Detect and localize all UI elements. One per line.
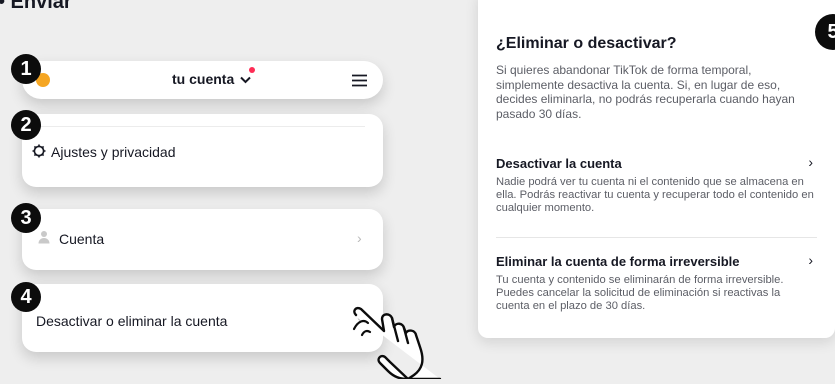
option-delete[interactable]: Eliminar la cuenta de forma irreversible… — [478, 246, 835, 326]
person-icon — [38, 230, 50, 249]
option-delete-title: Eliminar la cuenta de forma irreversible — [496, 254, 740, 269]
chevron-down-icon — [240, 71, 251, 87]
section-heading: • Enviar — [0, 0, 72, 13]
menu-icon[interactable] — [351, 74, 368, 92]
step-badge-4: 4 — [11, 282, 41, 312]
chevron-right-icon: › — [357, 230, 362, 246]
account-title: tu cuenta — [172, 71, 235, 87]
deactivate-card[interactable]: Desactivar o eliminar la cuenta › — [22, 284, 383, 352]
delete-or-deactivate-dialog: ¿Eliminar o desactivar? Si quieres aband… — [478, 0, 835, 338]
account-switcher[interactable]: tu cuenta — [172, 71, 251, 87]
dialog-title: ¿Eliminar o desactivar? — [496, 35, 677, 52]
deactivate-label: Desactivar o eliminar la cuenta — [36, 313, 228, 329]
top-bar-card: tu cuenta — [22, 61, 383, 99]
option-deactivate[interactable]: Desactivar la cuenta › Nadie podrá ver t… — [478, 148, 835, 226]
option-deactivate-desc: Nadie podrá ver tu cuenta ni el contenid… — [496, 176, 814, 214]
option-deactivate-title: Desactivar la cuenta — [496, 156, 622, 171]
settings-label: Ajustes y privacidad — [51, 144, 176, 160]
option-delete-desc: Tu cuenta y contenido se eliminarán de f… — [496, 274, 784, 312]
step-badge-3: 3 — [11, 203, 41, 233]
card-divider — [40, 126, 365, 127]
notification-dot — [249, 67, 255, 73]
step-badge-1: 1 — [11, 54, 41, 84]
step-badge-2: 2 — [11, 110, 41, 140]
gear-icon — [32, 144, 46, 163]
pointing-hand-icon — [350, 305, 450, 384]
chevron-right-icon: › — [808, 252, 813, 268]
account-label: Cuenta — [59, 231, 105, 247]
account-card[interactable]: Cuenta › — [22, 209, 383, 270]
chevron-right-icon: › — [808, 154, 813, 170]
option-divider — [496, 237, 817, 238]
dialog-intro: Si quieres abandonar TikTok de forma tem… — [496, 63, 795, 121]
settings-card[interactable]: Ajustes y privacidad — [22, 114, 383, 187]
